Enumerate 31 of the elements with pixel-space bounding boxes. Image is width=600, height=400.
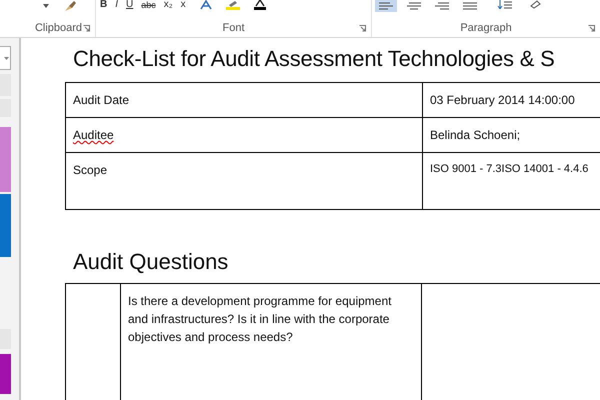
font-format-button[interactable]: I	[114, 0, 120, 10]
dialog-launcher-icon[interactable]	[588, 25, 595, 32]
paintbrush-icon[interactable]	[63, 0, 77, 12]
table-cell: Is there a development programme for equipment and infrastructures? Is it in line with the corporate objectives and process needs?	[120, 284, 422, 400]
font-format-button[interactable]: abc	[140, 0, 157, 10]
document-title: Check-List for Audit Assessment Technologies & S	[73, 45, 556, 73]
group-label: Font	[222, 22, 244, 34]
group-label: Paragraph	[460, 22, 512, 34]
color-tile[interactable]	[0, 194, 11, 257]
group-label: Clipboard	[34, 22, 82, 34]
font-format-button[interactable]: x	[180, 0, 187, 10]
dialog-launcher-icon[interactable]	[359, 25, 366, 32]
font-color-icon[interactable]	[252, 0, 267, 10]
font-format-button[interactable]: x₂	[162, 0, 174, 10]
caret-icon[interactable]	[43, 4, 49, 8]
highlighter-icon[interactable]	[224, 0, 241, 10]
text-effects-icon[interactable]	[198, 0, 213, 10]
table-cell: Scope	[66, 152, 422, 210]
table-cell: Audit Date	[66, 82, 422, 118]
font-format-button[interactable]: U	[125, 0, 134, 10]
dropdown-field[interactable]	[0, 46, 11, 70]
color-tile[interactable]	[0, 127, 11, 192]
line-spacing-icon[interactable]	[497, 0, 513, 9]
table-cell: 03 February 2014 14:00:00	[422, 82, 600, 118]
caret-icon	[4, 56, 9, 60]
dialog-launcher-icon[interactable]	[83, 25, 90, 32]
section-heading: Audit Questions	[73, 248, 230, 276]
color-tile[interactable]	[0, 354, 11, 394]
table-cell: Auditee	[66, 118, 422, 152]
font-format-button[interactable]: B	[99, 0, 108, 10]
align-left-button[interactable]	[375, 0, 397, 12]
